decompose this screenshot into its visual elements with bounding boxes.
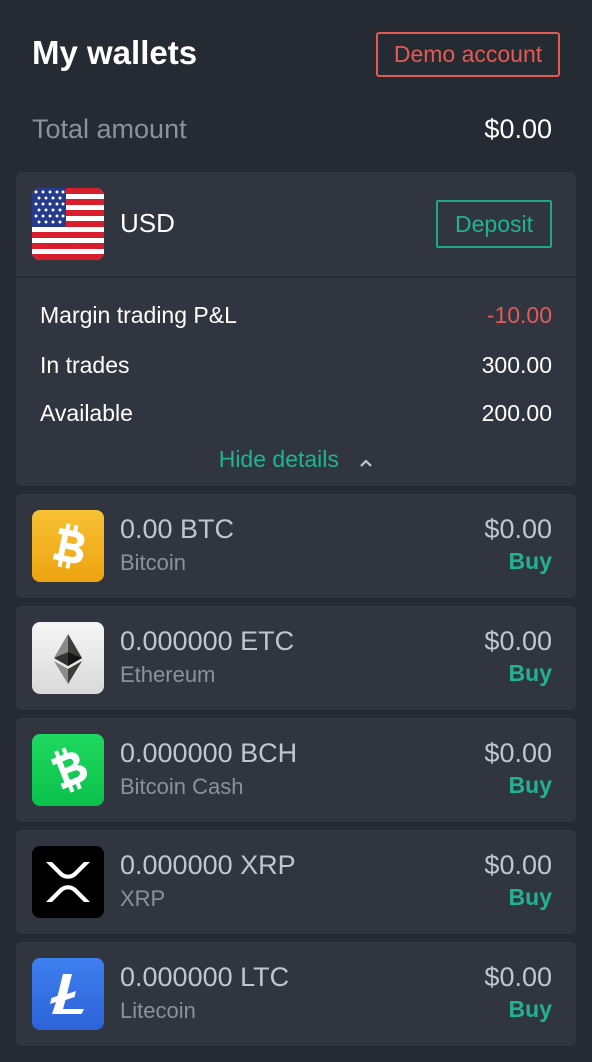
usd-currency-label: USD [120,208,175,238]
detail-value: 300.00 [481,352,552,378]
demo-account-button[interactable]: Demo account [376,32,560,77]
detail-value: -10.00 [486,302,552,328]
coin-name: Bitcoin [120,550,187,575]
coin-usd-value: $0.00 [484,738,552,768]
total-amount-row: Total amount $0.00 [32,112,552,152]
detail-row-available: Available 200.00 [40,400,552,430]
ethereum-icon [32,622,104,694]
detail-row-in-trades: In trades 300.00 [40,352,552,382]
wallet-item-bitcoin[interactable]: 0.00 BTC Bitcoin $0.00 Buy [16,494,576,598]
litecoin-icon [32,958,104,1030]
coin-amount: 0.000000 BCH [120,738,298,768]
usd-wallet-card: USD Deposit Margin trading P&L -10.00 In… [16,172,576,486]
header: My wallets Demo account [32,30,560,82]
coin-usd-value: $0.00 [484,850,552,880]
bitcoin-icon [32,510,104,582]
hide-details-label: Hide details [218,446,339,472]
wallet-item-litecoin[interactable]: 0.000000 LTC Litecoin $0.00 Buy [16,942,576,1046]
coin-usd-value: $0.00 [484,514,552,544]
page-title: My wallets [32,34,198,71]
coin-name: Bitcoin Cash [120,774,244,799]
us-flag-icon [32,188,104,260]
coin-amount: 0.000000 ETC [120,626,295,656]
wallet-item-bitcoin-cash[interactable]: 0.000000 BCH Bitcoin Cash $0.00 Buy [16,718,576,822]
wallet-item-xrp[interactable]: 0.000000 XRP XRP $0.00 Buy [16,830,576,934]
chevron-up-icon [359,447,373,474]
detail-value: 200.00 [481,400,552,426]
hide-details-toggle[interactable]: Hide details [16,446,576,474]
buy-button[interactable]: Buy [509,884,552,911]
detail-label: Margin trading P&L [40,302,237,328]
detail-row-margin-pl: Margin trading P&L -10.00 [40,302,552,332]
total-amount-value: $0.00 [484,114,552,144]
coin-amount: 0.000000 LTC [120,962,290,992]
coin-usd-value: $0.00 [484,962,552,992]
coin-amount: 0.000000 XRP [120,850,296,880]
buy-button[interactable]: Buy [509,548,552,575]
total-amount-label: Total amount [32,114,187,144]
bitcoin-cash-icon [32,734,104,806]
coin-amount: 0.00 BTC [120,514,235,544]
buy-button[interactable]: Buy [509,660,552,687]
buy-button[interactable]: Buy [509,996,552,1023]
coin-name: Litecoin [120,998,196,1023]
detail-label: In trades [40,352,130,378]
coin-name: Ethereum [120,662,216,687]
coin-name: XRP [120,886,166,911]
detail-label: Available [40,400,133,426]
buy-button[interactable]: Buy [509,772,552,799]
usd-wallet-header: USD Deposit [16,172,576,278]
wallet-item-ethereum[interactable]: 0.000000 ETC Ethereum $0.00 Buy [16,606,576,710]
coin-usd-value: $0.00 [484,626,552,656]
xrp-icon [32,846,104,918]
deposit-button[interactable]: Deposit [436,200,552,248]
